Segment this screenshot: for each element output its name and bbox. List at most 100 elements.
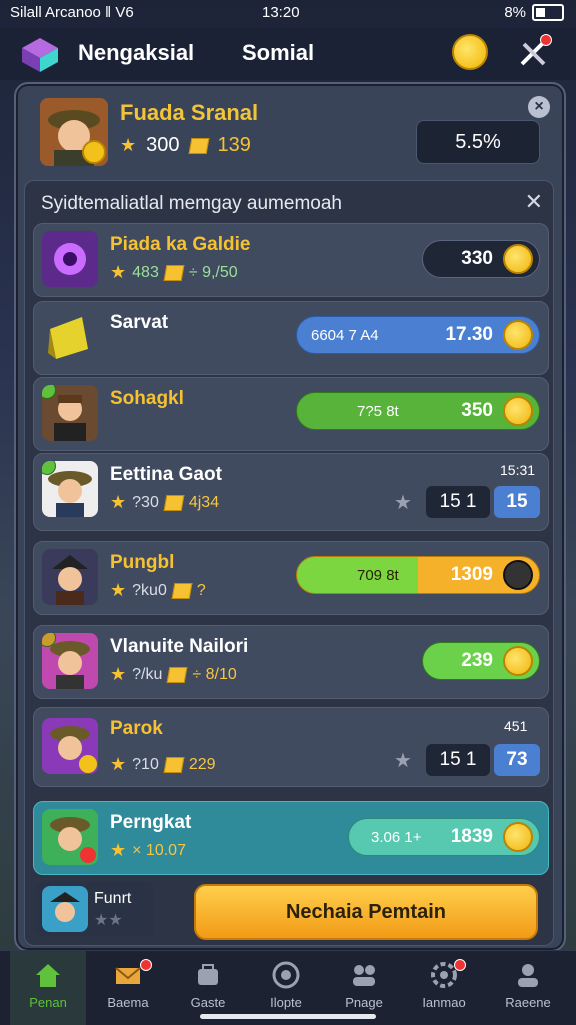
footer-avatar [42,886,88,932]
player-stars: 300 [146,134,180,156]
item-sub: 3.06 1+ [371,828,422,846]
tab-social[interactable]: Somial [242,40,314,66]
item-value[interactable]: 73 [494,744,540,776]
list-item-highlighted[interactable]: Perngkat ★ × 10.07 3.06 1+ 1839 [33,801,549,875]
nav-label: Pnage [345,995,383,1010]
item-avatar [42,385,98,441]
app-title[interactable]: Nengaksial [78,40,194,66]
clock: 13:20 [262,4,300,21]
nav-label: Baema [107,995,149,1010]
nav-settings[interactable]: Ianmao [406,951,482,1025]
list-item[interactable]: Sohagkl 7?5 8t 350 [33,377,549,451]
star-outline-icon: ★ [394,750,412,772]
item-value-text: 17.30 [445,324,493,345]
nav-label: Ianmao [422,995,466,1010]
status-icons: 8% [504,4,564,21]
item-value[interactable]: 330 [422,240,540,278]
list-item[interactable]: Pungbl ★ ?ku0 ? 709 8t 1309 [33,541,549,615]
ranking-list: Syidtemaliatlal memgay aumemoah ✕ Piada … [24,180,554,946]
cube-icon [163,756,185,773]
item-stat-2: ÷ 9,/50 [188,263,238,281]
star-icon: ★ [110,664,127,684]
item-stat-2: 4j34 [188,493,220,511]
tools-button[interactable] [516,34,552,70]
item-stat-2: 229 [188,755,216,773]
item-stat-1: ?30 [132,493,159,511]
item-icon [42,309,98,365]
item-stat-1: ?10 [132,755,159,773]
cube-icon [188,137,209,154]
nav-profile[interactable]: Raeene [490,951,566,1025]
app-logo-icon [22,38,58,72]
player-percent: 5.5% [416,120,540,164]
item-stats: ★ ?/ku ÷ 8/10 [110,664,237,685]
item-value[interactable]: 239 [422,642,540,680]
player-profile: Fuada Sranal ★ 300 139 × 5.5% [16,84,564,182]
home-indicator [200,1014,376,1019]
list-item[interactable]: Sarvat 6604 7 A4 17.30 [33,301,549,375]
star-icon: ★ [110,262,127,282]
notification-dot [140,959,152,971]
shield-icon [503,560,533,590]
item-stat-2: ? [196,581,206,599]
coin-icon [503,822,533,852]
primary-action-button[interactable]: Nechaia Pemtain [194,884,538,940]
star-icon: ★ [110,580,127,600]
notification-dot [454,959,466,971]
home-icon [36,964,60,987]
item-value[interactable]: 7?5 8t 350 [296,392,540,430]
app-bar: Nengaksial Somial [0,28,576,80]
item-stats: ★ ?ku0 ? [110,580,206,601]
item-sub: 709 8t [357,566,399,584]
mail-icon [115,967,141,984]
cube-icon [163,264,185,281]
people-icon [353,965,375,986]
footer-player-card[interactable]: Funrt ★★ [36,882,154,936]
close-profile-button[interactable]: × [528,96,550,118]
item-top-label: 451 [504,718,528,734]
item-name: Piada ka Galdie [110,234,251,255]
player-cubes: 139 [217,134,251,156]
item-value[interactable]: 3.06 1+ 1839 [348,818,540,856]
nav-home[interactable]: Penan [10,951,86,1025]
nav-mail[interactable]: Baema [90,951,166,1025]
nav-label: Gaste [190,995,226,1010]
item-value[interactable]: 709 8t 1309 [296,556,540,594]
item-value[interactable]: 6604 7 A4 17.30 [296,316,540,354]
item-value-text: 1309 [450,564,493,585]
carrier-label: Silall Arcanoo ‖ V6 [10,4,134,21]
battery-percent: 8% [504,4,526,21]
list-item[interactable]: Vlanuite Nailori ★ ?/ku ÷ 8/10 239 [33,625,549,699]
item-stat-1: ?/ku [132,665,163,683]
item-avatar [42,809,98,865]
item-stat-1: ?ku0 [132,581,167,599]
item-avatar [42,461,98,517]
item-value-text: 1839 [450,826,493,847]
list-item[interactable]: Eettina Gaot ★ ?30 4j34 15:31 ★ 15 1 15 [33,453,549,531]
list-item[interactable]: Parok ★ ?10 229 451 ★ 15 1 73 [33,707,549,787]
star-icon: ★ [110,754,127,774]
coin-shop-button[interactable] [452,34,488,70]
leaderboard-panel: Fuada Sranal ★ 300 139 × 5.5% Syidtemali… [14,82,566,952]
item-name: Sohagkl [110,388,184,409]
item-name: Sarvat [110,312,169,333]
target-icon [272,961,300,989]
item-avatar [42,718,98,774]
close-list-icon[interactable]: ✕ [525,189,543,215]
list-item[interactable]: Piada ka Galdie ★ 483 ÷ 9,/50 330 [33,223,549,297]
cube-icon [166,666,188,683]
cube-icon [163,494,185,511]
item-value[interactable]: 15 [494,486,540,518]
item-value-text: 239 [461,650,493,671]
notification-dot [540,34,552,46]
player-name: Fuada Sranal [120,100,259,125]
nav-label: Penan [29,995,67,1010]
coin-icon [503,646,533,676]
profile-icon [518,964,538,987]
item-count: 15 1 [426,744,490,776]
coin-icon [503,320,533,350]
item-stat-2: ÷ 8/10 [192,665,237,683]
item-stats: ★ ?10 229 [110,754,216,775]
player-avatar[interactable] [40,98,108,166]
star-outline-icon: ★ [394,492,412,514]
